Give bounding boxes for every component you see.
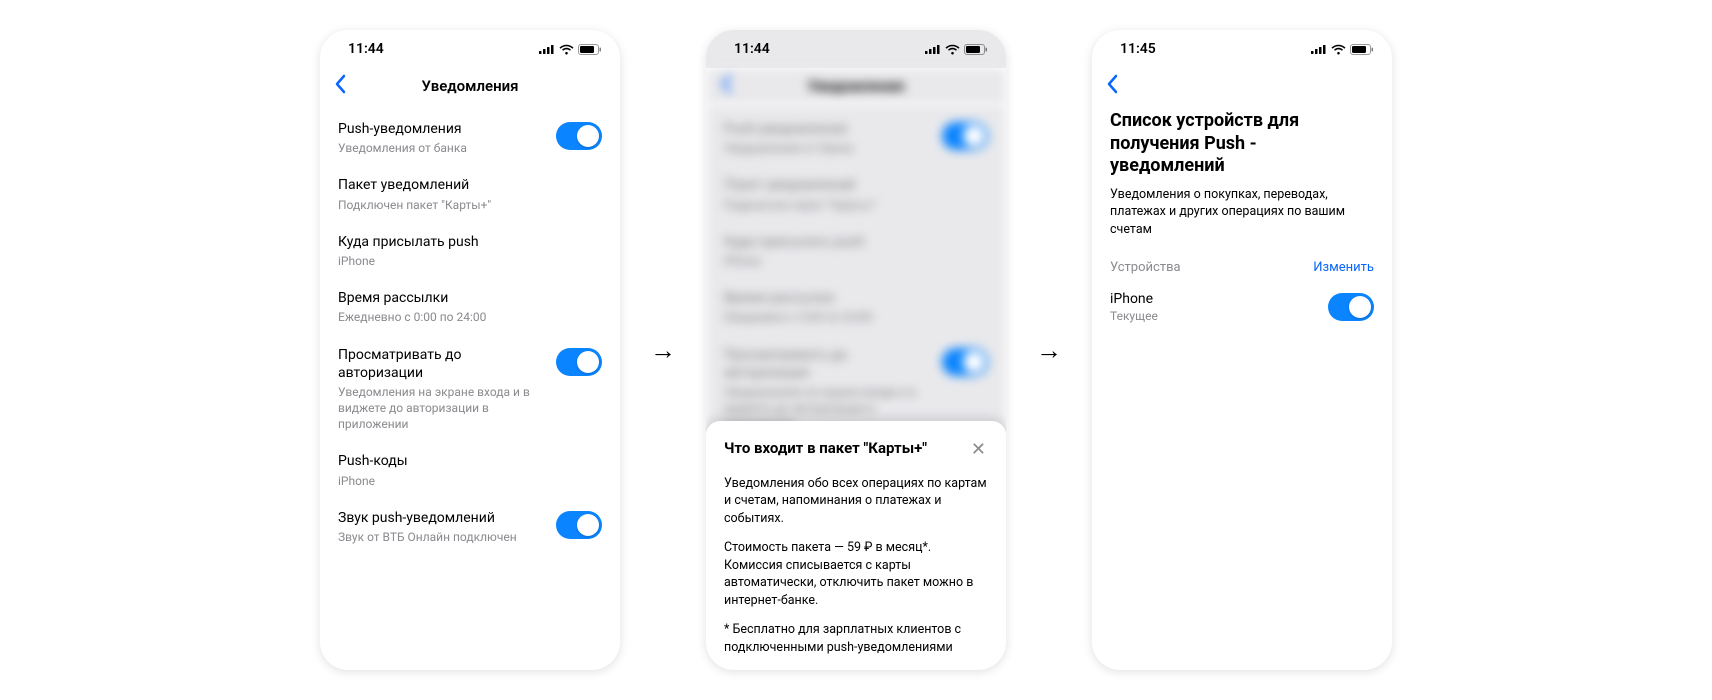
row-push-notifications[interactable]: Push-уведомления Уведомления от банка <box>338 110 602 166</box>
status-bar: 11:44 <box>706 30 1006 68</box>
row-title: Пакет уведомлений <box>338 176 592 194</box>
close-button[interactable]: ✕ <box>969 439 988 461</box>
nav-bar: Уведомления <box>320 68 620 104</box>
screen-notifications: 11:44 Уведомления Push-уведомления Уведом… <box>320 30 620 670</box>
back-button[interactable] <box>1106 74 1118 98</box>
device-row[interactable]: iPhone Текущее <box>1092 281 1392 333</box>
row-sub: iPhone <box>338 253 592 269</box>
nav-title: Уведомления <box>421 77 518 95</box>
flow-arrow-icon: → <box>650 335 676 366</box>
row-title: Время рассылки <box>338 289 592 307</box>
row-title: Push-уведомления <box>338 120 546 138</box>
sheet-footnote: * Бесплатно для зарплатных клиентов с по… <box>724 621 988 656</box>
back-button <box>720 74 732 98</box>
devices-section-header: Устройства Изменить <box>1092 254 1392 281</box>
wifi-icon <box>559 44 574 55</box>
page-subtitle: Уведомления о покупках, переводах, плате… <box>1092 186 1392 255</box>
device-name: iPhone <box>1110 291 1158 307</box>
row-sub: Звук от ВТБ Онлайн подключен <box>338 529 546 545</box>
row-title: Звук push-уведомлений <box>338 509 546 527</box>
status-bar: 11:45 <box>1092 30 1392 68</box>
row-sub: Ежедневно с 0:00 по 24:00 <box>338 309 592 325</box>
row-push-destination[interactable]: Куда присылать push iPhone <box>338 223 602 279</box>
cellular-icon <box>1311 44 1327 54</box>
row-schedule[interactable]: Время рассылки Ежедневно с 0:00 по 24:00 <box>338 279 602 335</box>
back-button[interactable] <box>334 74 346 98</box>
status-time: 11:45 <box>1120 41 1156 57</box>
device-status: Текущее <box>1110 309 1158 323</box>
sheet-paragraph: Уведомления обо всех операциях по картам… <box>724 475 988 528</box>
wifi-icon <box>1331 44 1346 55</box>
status-time: 11:44 <box>348 41 384 57</box>
status-indicators <box>925 44 988 55</box>
row-sub: Уведомления от банка <box>338 140 546 156</box>
status-time: 11:44 <box>734 41 770 57</box>
nav-bar: Уведомления <box>706 68 1006 104</box>
screen-devices: 11:45 Список устройств для получения Pus… <box>1092 30 1392 670</box>
screen-package-sheet: 11:44 Уведомления Push-уведомленияУведом… <box>706 30 1006 670</box>
status-bar: 11:44 <box>320 30 620 68</box>
status-indicators <box>539 44 602 55</box>
row-sub: Подключен пакет "Карты+" <box>338 197 592 213</box>
sheet-paragraph: Стоимость пакета — 59 ₽ в месяц*. Комисс… <box>724 539 988 609</box>
flow-arrow-icon: → <box>1036 335 1062 366</box>
nav-bar <box>1092 68 1392 104</box>
status-indicators <box>1311 44 1374 55</box>
battery-icon <box>578 44 602 55</box>
row-sub: iPhone <box>338 473 592 489</box>
row-package[interactable]: Пакет уведомлений Подключен пакет "Карты+… <box>338 166 602 222</box>
toggle-preauth[interactable] <box>556 348 602 376</box>
row-push-codes[interactable]: Push-коды iPhone <box>338 442 602 498</box>
settings-list: Push-уведомления Уведомления от банка Пак… <box>320 104 620 670</box>
edit-devices-button[interactable]: Изменить <box>1313 260 1374 275</box>
row-sub: Уведомления на экране входа и в виджете … <box>338 384 546 433</box>
row-preauth-view[interactable]: Просматривать до авторизацииУведомления … <box>338 336 602 443</box>
toggle-device[interactable] <box>1328 293 1374 321</box>
page-title: Список устройств для получения Push - ув… <box>1092 104 1392 186</box>
row-title: Push-коды <box>338 452 592 470</box>
cellular-icon <box>925 44 941 54</box>
bottom-sheet: Что входит в пакет "Карты+" ✕ Уведомлени… <box>706 421 1006 671</box>
battery-icon <box>1350 44 1374 55</box>
toggle-sound[interactable] <box>556 511 602 539</box>
section-label: Устройства <box>1110 260 1181 275</box>
cellular-icon <box>539 44 555 54</box>
row-title: Куда присылать push <box>338 233 592 251</box>
nav-title: Уведомления <box>807 77 904 95</box>
wifi-icon <box>945 44 960 55</box>
sheet-title: Что входит в пакет "Карты+" <box>724 439 937 459</box>
row-push-sound[interactable]: Звук push-уведомлений Звук от ВТБ Онлайн … <box>338 499 602 555</box>
sheet-body: Уведомления обо всех операциях по картам… <box>724 475 988 657</box>
toggle-push[interactable] <box>556 122 602 150</box>
battery-icon <box>964 44 988 55</box>
row-title: Просматривать до авторизации <box>338 346 546 382</box>
